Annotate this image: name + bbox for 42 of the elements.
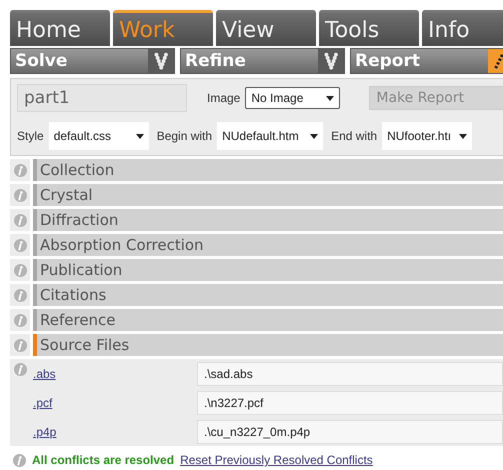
end-select[interactable]: NUfooter.htı	[382, 122, 472, 150]
section-header[interactable]: Absorption Correction	[33, 234, 503, 256]
toolbar-button[interactable]: Report	[350, 48, 503, 74]
name-field[interactable]: part1	[17, 84, 187, 112]
section-header[interactable]: Crystal	[33, 184, 503, 206]
image-select[interactable]: No Image	[245, 87, 340, 109]
section-header[interactable]: Collection	[33, 159, 503, 181]
file-path-field[interactable]: .\cu_n3227_0m.p4p	[197, 420, 503, 444]
tab[interactable]: View	[216, 10, 316, 46]
end-label: End with	[331, 129, 378, 143]
tab[interactable]: Info	[422, 10, 503, 46]
file-type-link[interactable]: .pcf	[33, 396, 197, 410]
info-icon[interactable]	[14, 214, 26, 226]
info-icon[interactable]	[14, 188, 26, 202]
file-type-link[interactable]: .p4p	[33, 424, 197, 438]
info-icon[interactable]	[14, 288, 26, 302]
begin-label: Begin with	[156, 129, 212, 143]
section-header[interactable]: Diffraction	[33, 209, 503, 231]
info-icon[interactable]	[14, 164, 26, 176]
info-icon[interactable]	[14, 238, 26, 252]
begin-select[interactable]: NUdefault.htm	[217, 122, 324, 150]
section-header[interactable]: Citations	[33, 284, 503, 306]
tab[interactable]: Tools	[319, 10, 419, 46]
reset-conflicts-link[interactable]: Reset Previously Resolved Conflicts	[180, 453, 373, 467]
style-select[interactable]: default.css	[48, 122, 149, 150]
file-type-link[interactable]: .abs	[33, 366, 197, 380]
info-icon[interactable]	[14, 363, 26, 376]
tab[interactable]: Home	[10, 10, 110, 46]
status-text: All conflicts are resolved	[32, 453, 174, 467]
image-label: Image	[207, 91, 240, 105]
section-header[interactable]: Reference	[33, 309, 503, 331]
style-label: Style	[17, 129, 44, 143]
toolbar-button[interactable]: Solve	[10, 48, 175, 74]
info-icon[interactable]	[14, 264, 26, 276]
info-icon[interactable]	[13, 454, 26, 466]
file-path-field[interactable]: .\n3227.pcf	[197, 390, 503, 414]
info-icon[interactable]	[14, 338, 26, 352]
file-path-field[interactable]: .\sad.abs	[197, 362, 503, 386]
info-icon[interactable]	[14, 314, 26, 326]
section-header[interactable]: Publication	[33, 259, 503, 281]
section-header[interactable]: Source Files	[33, 334, 503, 356]
toolbar-button[interactable]: Refine	[180, 48, 345, 74]
